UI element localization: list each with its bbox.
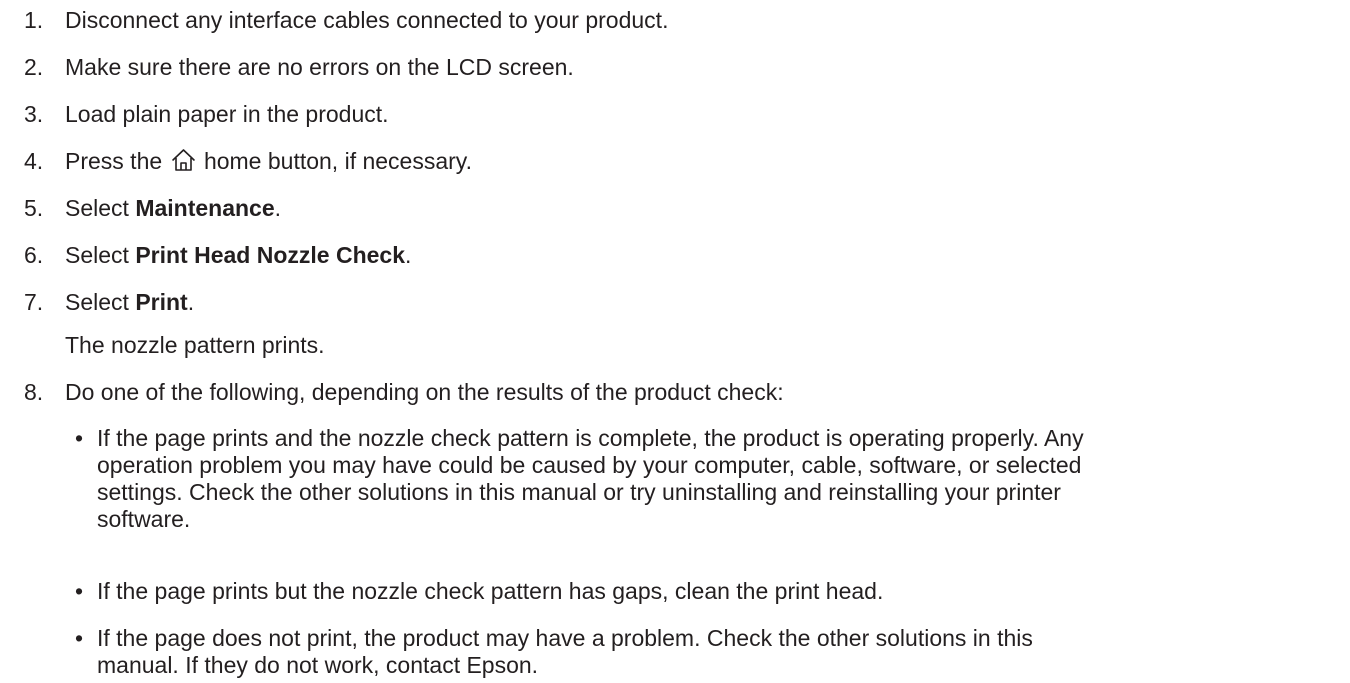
step-text-post: home button, if necessary. <box>203 148 472 174</box>
step-number: 1. <box>24 7 44 33</box>
menu-option-print: Print <box>135 289 188 315</box>
step-result-text: The nozzle pattern prints. <box>65 332 325 358</box>
bullet-text: If the page prints but the nozzle check … <box>97 578 1342 605</box>
step-text: Disconnect any interface cables connecte… <box>65 7 669 33</box>
step-text-pre: Select <box>65 195 136 221</box>
step-number: 4. <box>24 148 44 174</box>
bullet-line: manual. If they do not work, contact Eps… <box>97 652 539 678</box>
step-text-pre: Press the <box>65 148 163 174</box>
bullet-dot: • <box>75 425 84 451</box>
step-text: Press the home button, if necessary. <box>65 148 472 175</box>
bullet-line: If the page prints but the nozzle check … <box>97 578 884 604</box>
bullet-line: If the page prints and the nozzle check … <box>97 425 1084 451</box>
menu-option-nozzle-check: Print Head Nozzle Check <box>135 242 406 268</box>
bullet-line: operation problem you may have could be … <box>97 452 1082 478</box>
step-number: 5. <box>24 195 44 221</box>
step-number: 6. <box>24 242 44 268</box>
step-text-post: . <box>274 195 282 221</box>
menu-option-maintenance: Maintenance <box>135 195 275 221</box>
step-text-pre: Select <box>65 242 136 268</box>
bullet-line: settings. Check the other solutions in t… <box>97 479 1061 505</box>
step-text-post: . <box>187 289 195 315</box>
bullet-text: If the page prints and the nozzle check … <box>97 425 1342 533</box>
step-text-post: . <box>405 242 412 268</box>
bullet-dot: • <box>75 578 84 604</box>
step-text: Make sure there are no errors on the LCD… <box>65 54 574 80</box>
bullet-text: If the page does not print, the product … <box>97 625 1342 679</box>
bullet-dot: • <box>75 625 84 651</box>
step-text: Select Print Head Nozzle Check. <box>65 242 411 269</box>
step-text: Load plain paper in the product. <box>65 101 389 127</box>
step-text-pre: Select <box>65 289 136 315</box>
step-text: Do one of the following, depending on th… <box>65 379 784 405</box>
step-number: 3. <box>24 101 44 127</box>
step-number: 7. <box>24 289 44 315</box>
bullet-line: software. <box>97 506 191 532</box>
bullet-line: If the page does not print, the product … <box>97 625 1033 651</box>
home-icon <box>171 149 195 171</box>
step-text: Select Maintenance. <box>65 195 281 222</box>
step-text: Select Print. <box>65 289 194 316</box>
step-number: 8. <box>24 379 44 405</box>
step-number: 2. <box>24 54 44 80</box>
